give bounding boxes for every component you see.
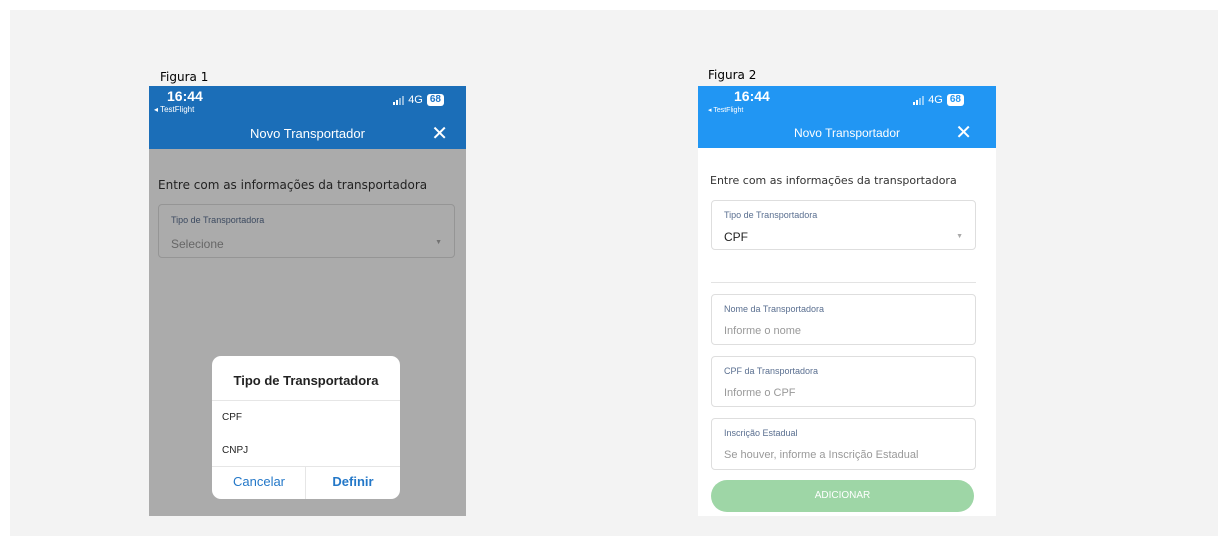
option-cnpj[interactable]: CNPJ (222, 445, 248, 456)
screen-title: Novo Transportador (250, 126, 365, 141)
cancel-button[interactable]: Cancelar (212, 474, 306, 489)
screen-title: Novo Transportador (793, 126, 901, 140)
form-heading: Entre com as informações da transportado… (710, 174, 957, 187)
carrier-type-dialog: Tipo de Transportadora CPF CNPJ Cancelar… (212, 356, 400, 499)
signal-icon (393, 95, 405, 105)
carrier-cpf-input[interactable]: CPF da Transportadora Informe o CPF (711, 356, 976, 407)
signal-icon (913, 95, 925, 105)
close-icon[interactable]: ✕ (955, 123, 972, 143)
battery-icon: 68 (946, 94, 964, 106)
status-bar: 16:44 ◂ TestFlight 4G 68 (149, 86, 466, 122)
divider (212, 466, 400, 467)
status-time: 16:44 (167, 88, 203, 104)
close-icon[interactable]: ✕ (431, 124, 448, 144)
back-to-testflight[interactable]: ◂ TestFlight (154, 105, 194, 114)
divider (212, 400, 400, 401)
figure-2-label: Figura 2 (708, 68, 757, 82)
confirm-button[interactable]: Definir (306, 474, 400, 489)
phone-screen-2: 16:44 ◂ TestFlight 4G 68 Novo Transporta… (698, 86, 996, 516)
chevron-down-icon: ▼ (956, 233, 963, 240)
field-label: CPF da Transportadora (724, 366, 819, 376)
state-registration-input[interactable]: Inscrição Estadual Se houver, informe a … (711, 418, 976, 470)
dialog-title: Tipo de Transportadora (233, 373, 379, 388)
phone-screen-1: 16:44 ◂ TestFlight 4G 68 Novo Transporta… (149, 86, 466, 516)
field-label: Tipo de Transportadora (724, 210, 818, 220)
field-placeholder: Informe o nome (724, 325, 802, 337)
field-label: Nome da Transportadora (724, 304, 825, 314)
field-label: Inscrição Estadual (724, 428, 798, 438)
field-value: CPF (724, 230, 748, 244)
carrier-name-input[interactable]: Nome da Transportadora Informe o nome (711, 294, 976, 345)
divider (711, 282, 976, 283)
network-type: 4G (408, 94, 423, 106)
network-status: 4G 68 (913, 94, 964, 106)
option-cpf[interactable]: CPF (222, 412, 242, 423)
status-time: 16:44 (734, 88, 770, 104)
network-status: 4G 68 (393, 94, 444, 106)
battery-icon: 68 (426, 94, 444, 106)
field-placeholder: Se houver, informe a Inscrição Estadual (724, 449, 919, 461)
field-placeholder: Informe o CPF (724, 387, 796, 399)
back-to-testflight[interactable]: ◂ TestFlight (708, 106, 743, 114)
figure-1-label: Figura 1 (160, 70, 209, 84)
status-bar: 16:44 ◂ TestFlight 4G 68 (698, 86, 996, 122)
carrier-type-select[interactable]: Tipo de Transportadora CPF ▼ (711, 200, 976, 250)
network-type: 4G (928, 94, 943, 106)
add-button[interactable]: ADICIONAR (711, 480, 974, 512)
